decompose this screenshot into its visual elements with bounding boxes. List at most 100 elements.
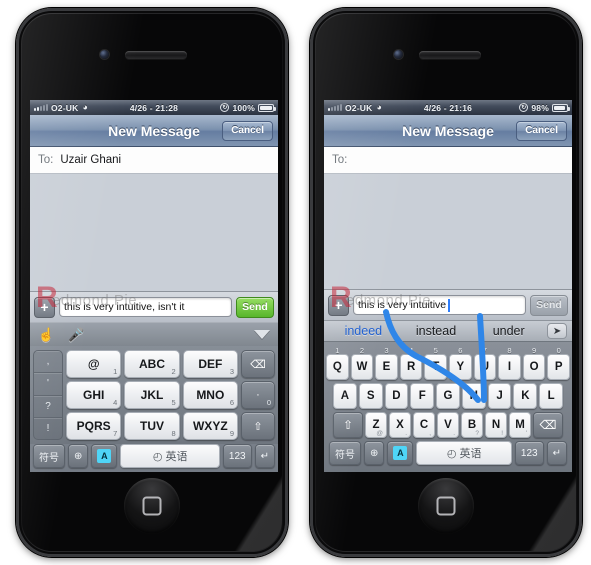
key-label: U [480, 361, 490, 373]
key-p[interactable]: 0P [547, 346, 570, 380]
key-l[interactable]: L [539, 383, 564, 409]
shift-icon[interactable]: ⇧ [241, 412, 275, 440]
t9-key-number: 5 [171, 398, 176, 407]
key-m[interactable]: M ' [509, 412, 531, 438]
return-key[interactable]: ↵ [254, 444, 275, 468]
key-d[interactable]: D [384, 383, 409, 409]
key-n[interactable]: N! [485, 412, 507, 438]
key-c[interactable]: C, [413, 412, 435, 438]
key-o[interactable]: 9O [522, 346, 546, 380]
key-w[interactable]: 2W [350, 346, 374, 380]
suggestion-item[interactable]: indeed [329, 324, 398, 338]
key-u[interactable]: 7U [473, 346, 497, 380]
to-field[interactable]: To: Uzair Ghani [30, 147, 278, 174]
key-q[interactable]: 1Q [326, 346, 349, 380]
key-comma[interactable]: , [34, 351, 62, 374]
message-body-area [30, 174, 278, 291]
key-number: 7 [482, 346, 487, 355]
key-b[interactable]: B? [461, 412, 483, 438]
key-s[interactable]: S [358, 383, 383, 409]
message-input[interactable]: this is very intuitive, isn't it [59, 297, 232, 317]
add-attachment-button[interactable]: + [328, 294, 349, 316]
send-button[interactable]: Send [236, 296, 274, 318]
key-x[interactable]: X. [389, 412, 411, 438]
key-f[interactable]: F [410, 383, 435, 409]
suggestion-item[interactable]: under [474, 324, 543, 338]
to-field[interactable]: To: [324, 147, 572, 174]
period-key[interactable]: · 0 [241, 381, 275, 409]
key-h[interactable]: H [461, 383, 486, 409]
home-button[interactable] [418, 478, 474, 534]
key-label: L [547, 390, 555, 402]
t9-key[interactable]: ABC 2 [124, 350, 180, 378]
cancel-button[interactable]: Cancel [516, 121, 567, 141]
key-label: E [382, 361, 391, 373]
numeric-key[interactable]: 123 [514, 441, 544, 465]
key-exclaim[interactable]: ! [34, 418, 62, 439]
key-i[interactable]: 8I [498, 346, 521, 380]
symbols-key[interactable]: 符号 [329, 441, 361, 465]
t9-key[interactable]: GHI 4 [66, 381, 122, 409]
t9-key-label: MNO [196, 388, 225, 402]
t9-key[interactable]: @1 [66, 350, 122, 378]
t9-key[interactable]: PQRS 7 [66, 412, 122, 440]
key-g[interactable]: G [436, 383, 460, 409]
chevron-down-icon[interactable] [254, 330, 270, 339]
add-attachment-button[interactable]: + [34, 296, 55, 318]
shift-glyph: ⇧ [253, 420, 263, 433]
t9-key[interactable]: MNO 6 [182, 381, 238, 409]
t9-key-number: 1 [113, 367, 118, 376]
symbols-key[interactable]: 符号 [33, 444, 65, 468]
message-input[interactable]: this is very intuitive [353, 295, 526, 315]
page-title: New Message [108, 122, 200, 139]
key-apostrophe[interactable]: ' [34, 373, 62, 396]
send-button[interactable]: Send [530, 294, 568, 316]
key-a[interactable]: A [332, 383, 357, 409]
home-button[interactable] [124, 478, 180, 534]
t9-key-label: WXYZ [192, 419, 228, 433]
cancel-button[interactable]: Cancel [222, 121, 273, 141]
handwriting-icon[interactable]: ☝ [38, 328, 54, 341]
globe-icon[interactable]: ⊕ [364, 441, 385, 465]
space-key[interactable]: ◴ 英语 [120, 444, 220, 468]
t9-key[interactable]: JKL 5 [124, 381, 180, 409]
return-key[interactable]: ↵ [546, 441, 567, 465]
nav-bar: New Message Cancel [324, 115, 572, 147]
t9-key[interactable]: TUV 8 [124, 412, 180, 440]
suggestion-item[interactable]: instead [402, 324, 471, 338]
arrow-right-icon[interactable]: ➤ [547, 323, 568, 339]
space-key[interactable]: ◴ 英语 [416, 441, 512, 465]
t9-key-number: 6 [229, 398, 234, 407]
key-v[interactable]: V. [437, 412, 459, 438]
key-e[interactable]: 3E [375, 346, 398, 380]
t9-key-label: DEF [198, 357, 223, 371]
key-k[interactable]: K [513, 383, 538, 409]
key-j[interactable]: J [487, 383, 512, 409]
backspace-icon[interactable]: ⌫ [241, 350, 275, 378]
numeric-key[interactable]: 123 [222, 444, 252, 468]
key-r[interactable]: 4R [399, 346, 423, 380]
suggestion-bar: indeed instead under ➤ [324, 320, 572, 342]
phone-left-face: O2-UK ◕ 4/26 - 21:28 ↻ 100% New Message … [22, 14, 282, 551]
input-mode-key[interactable]: A [387, 441, 414, 465]
key-z[interactable]: Z @ [365, 412, 387, 438]
key-question[interactable]: ? [34, 396, 62, 418]
backspace-icon[interactable]: ⌫ [533, 412, 563, 438]
message-input-text: this is very intuitive, isn't it [64, 301, 185, 313]
t9-key-label: TUV [139, 419, 164, 433]
key-alt: . [405, 430, 407, 437]
t9-key[interactable]: DEF 3 [182, 350, 238, 378]
microphone-icon[interactable]: 🎤 [68, 328, 84, 341]
t9-key[interactable]: WXYZ 9 [182, 412, 238, 440]
key-t[interactable]: 5T [424, 346, 447, 380]
shift-icon[interactable]: ⇧ [333, 412, 363, 438]
front-camera-icon [394, 50, 403, 59]
screenshot-root: O2-UK ◕ 4/26 - 21:28 ↻ 100% New Message … [0, 0, 591, 565]
backspace-glyph: ⌫ [250, 358, 266, 371]
space-key-label: 英语 [165, 451, 188, 463]
input-mode-key[interactable]: A [91, 444, 118, 468]
key-label: C [419, 419, 429, 431]
globe-icon[interactable]: ⊕ [68, 444, 89, 468]
key-label: F [418, 390, 426, 402]
key-y[interactable]: 6Y [449, 346, 472, 380]
